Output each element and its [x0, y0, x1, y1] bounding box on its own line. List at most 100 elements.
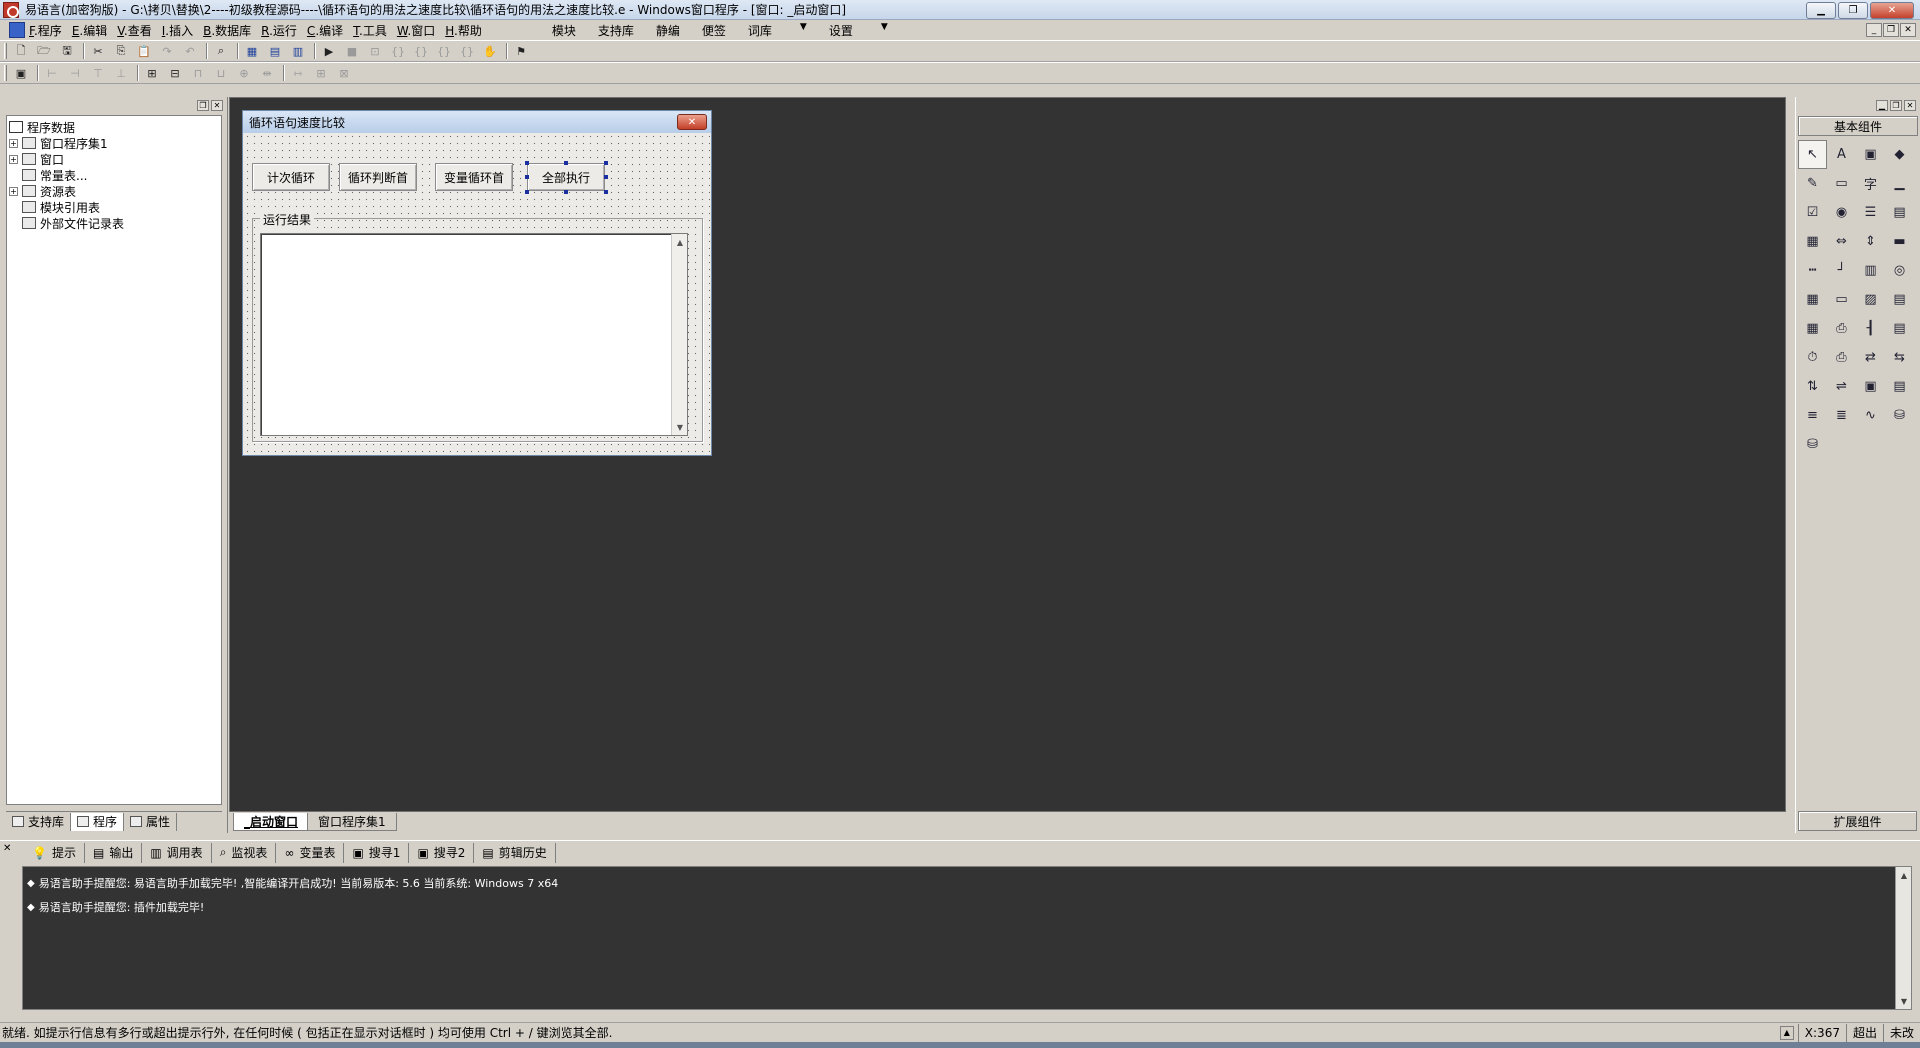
step-out-icon[interactable]: {} [411, 42, 431, 60]
extended-components-header[interactable]: 扩展组件 [1798, 811, 1917, 831]
toolbar-grip[interactable] [4, 43, 7, 59]
result-textbox[interactable]: ▲ ▼ [260, 233, 688, 436]
space-h-icon[interactable]: ⇹ [257, 64, 277, 82]
net-recv-tool-icon[interactable]: ⇆ [1885, 343, 1914, 372]
menu-item-2[interactable]: V.查看 [117, 22, 152, 39]
center-v-icon[interactable]: ⊟ [165, 64, 185, 82]
selection-handle[interactable] [564, 161, 568, 165]
var-loop-button[interactable]: 变量循环首 [435, 163, 513, 191]
while-loop-button[interactable]: 循环判断首 [339, 163, 417, 191]
layout-3-icon[interactable]: ▥ [288, 42, 308, 60]
output-tab-2[interactable]: ▥ 调用表 [142, 842, 212, 863]
gauge-tool-icon[interactable]: ▥ [1856, 256, 1885, 285]
step-over-icon[interactable]: {} [434, 42, 454, 60]
menu-item-6[interactable]: C.编译 [307, 22, 343, 39]
basic-components-header[interactable]: 基本组件 [1798, 116, 1918, 136]
design-workspace[interactable]: 循环语句速度比较 ✕ 计次循环 循环判断首 变量循环首 全部执行 运行结果 ▲ [229, 97, 1786, 812]
output-tab-0[interactable]: 💡 提示 [24, 842, 85, 863]
server-tool-icon[interactable]: ⇌ [1827, 372, 1856, 401]
scroll-down-icon[interactable]: ▼ [1896, 993, 1912, 1009]
edit-box-tool-icon[interactable]: ✎ [1798, 169, 1827, 198]
frame-tool-icon[interactable]: ┘ [1827, 256, 1856, 285]
output-tab-7[interactable]: ▤ 剪辑历史 [474, 842, 556, 863]
open-icon[interactable]: 🗁 [34, 42, 54, 60]
expand-icon[interactable]: + [9, 138, 18, 148]
same-width-icon[interactable]: ⊓ [188, 64, 208, 82]
selection-handle[interactable] [525, 175, 529, 179]
workspace-tab-0[interactable]: _启动窗口 [233, 813, 310, 831]
menu-item-7[interactable]: T.工具 [353, 22, 387, 39]
dropdown-caret-icon[interactable]: ▼ [800, 22, 807, 39]
left-tab-0[interactable]: 支持库 [6, 812, 72, 831]
menu-item-3[interactable]: I.插入 [162, 22, 193, 39]
copy-icon[interactable]: ⎘ [111, 42, 131, 60]
menu-item-1[interactable]: E.编辑 [72, 22, 107, 39]
panel-minimize-icon[interactable]: ▁ [1876, 99, 1888, 111]
same-size-icon[interactable]: ⊕ [234, 64, 254, 82]
db-nav-tool-icon[interactable]: ≡ [1798, 401, 1827, 430]
grid-snap-icon[interactable]: ⊞ [311, 64, 331, 82]
scroll-up-icon[interactable]: ▲ [672, 234, 688, 250]
tree-item[interactable]: + 资源表 [9, 183, 219, 199]
same-height-icon[interactable]: ⊔ [211, 64, 231, 82]
expand-icon[interactable]: + [9, 154, 18, 164]
output-close-icon[interactable]: ✕ [3, 843, 11, 854]
picture-box-tool-icon[interactable]: ▣ [1856, 140, 1885, 169]
output-tab-5[interactable]: ▣ 搜寻1 [344, 842, 410, 863]
tree-item[interactable]: + 窗口 [9, 151, 219, 167]
tree-item[interactable]: 外部文件记录表 [9, 215, 219, 231]
tree-item[interactable]: + 窗口程序集1 [9, 135, 219, 151]
radio-tool-icon[interactable]: ◉ [1827, 198, 1856, 227]
dir-tool-icon[interactable]: ▨ [1856, 285, 1885, 314]
scroll-down-icon[interactable]: ▼ [672, 419, 688, 435]
project-tree[interactable]: 程序数据 + 窗口程序集1 + 窗口 常量表... + 资源表 模块引用表 外部文件记录表 [6, 115, 222, 805]
layout-2-icon[interactable]: ▤ [265, 42, 285, 60]
output-scrollbar[interactable]: ▲ ▼ [1895, 867, 1911, 1009]
tree-root[interactable]: 程序数据 [9, 119, 219, 135]
run-icon[interactable]: ▶ [319, 42, 339, 60]
expand-icon[interactable]: + [9, 186, 18, 196]
menu-extra-1[interactable]: 支持库 [598, 22, 634, 39]
selection-handle[interactable] [604, 190, 608, 194]
helper-icon[interactable]: ⚑ [511, 42, 531, 60]
pointer-tool-icon[interactable]: ↖ [1798, 140, 1827, 169]
selection-handle[interactable] [525, 190, 529, 194]
slider-tool-icon[interactable]: ┅ [1798, 256, 1827, 285]
panel-restore-icon[interactable]: ❐ [1890, 99, 1902, 111]
result-group[interactable]: 运行结果 ▲ ▼ [252, 211, 703, 442]
menu-item-0[interactable]: F.程序 [29, 22, 62, 39]
save-icon[interactable]: 🖫 [57, 42, 77, 60]
output-tab-4[interactable]: ∞ 变量表 [276, 842, 345, 863]
form-client-area[interactable]: 计次循环 循环判断首 变量循环首 全部执行 运行结果 ▲ ▼ [244, 133, 710, 454]
toolbar-grip[interactable] [4, 65, 7, 81]
menu-item-8[interactable]: W.窗口 [397, 22, 435, 39]
menu-extra-2[interactable]: 静编 [656, 22, 680, 39]
calendar-tool-icon[interactable]: ▦ [1798, 314, 1827, 343]
db-provider-tool-icon[interactable]: ≣ [1827, 401, 1856, 430]
client-tool-icon[interactable]: ⇅ [1798, 372, 1827, 401]
align-center-icon[interactable]: ⊣ [65, 64, 85, 82]
paste-icon[interactable]: 📋 [134, 42, 154, 60]
selection-handle[interactable] [604, 161, 608, 165]
menu-item-4[interactable]: B.数据库 [203, 22, 251, 39]
run-to-cursor-icon[interactable]: {} [457, 42, 477, 60]
selection-handle[interactable] [564, 190, 568, 194]
dropdown-caret-icon[interactable]: ▼ [881, 22, 888, 39]
left-tab-2[interactable]: 属性 [124, 812, 178, 831]
close-button[interactable]: ✕ [1870, 2, 1914, 19]
odbc2-tool-icon[interactable]: ⛁ [1798, 430, 1827, 459]
maximize-button[interactable]: ❐ [1838, 2, 1868, 19]
panel-restore-icon[interactable]: ❐ [197, 99, 209, 111]
mdi-restore-button[interactable]: ❐ [1883, 23, 1899, 37]
chart-tool-icon[interactable]: ∿ [1856, 401, 1885, 430]
center-h-icon[interactable]: ⊞ [142, 64, 162, 82]
tree-item[interactable]: 常量表... [9, 167, 219, 183]
mdi-close-button[interactable]: ✕ [1900, 23, 1916, 37]
new-icon[interactable]: 🗋 [11, 42, 31, 60]
minimize-button[interactable]: ▁ [1806, 2, 1836, 19]
form-window[interactable]: 循环语句速度比较 ✕ 计次循环 循环判断首 变量循环首 全部执行 运行结果 ▲ [242, 110, 712, 456]
text-tool-icon[interactable]: 字 [1856, 169, 1885, 198]
label-tool-icon[interactable]: A [1827, 140, 1856, 169]
menu-extra-0[interactable]: 模块 [552, 22, 576, 39]
combobox-tool-icon[interactable]: ▤ [1885, 198, 1914, 227]
